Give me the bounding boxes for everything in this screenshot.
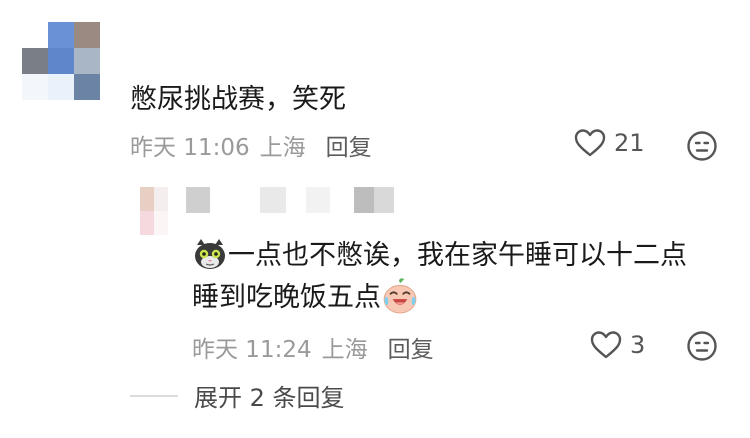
crying-laughing-emoji [383, 277, 417, 313]
main-reply-button[interactable]: 回复 [326, 128, 372, 162]
reply-comment-time: 昨天 11:24 [192, 337, 312, 363]
reply-comment-meta: 昨天 11:24 上海 回复 [192, 330, 434, 364]
main-comment-meta: 昨天 11:06 上海 回复 [130, 128, 372, 162]
heart-outline-icon [590, 331, 622, 359]
main-like-count: 21 [614, 129, 645, 157]
reply-text-line1: 一点也不憋诶，我在家午睡可以十二点 [228, 240, 687, 271]
reply-reply-button[interactable]: 回复 [388, 330, 434, 364]
reply-like-count: 3 [630, 331, 646, 359]
main-comment-location: 上海 [259, 135, 306, 161]
reply-comment-location: 上海 [321, 337, 368, 363]
meh-face-icon[interactable] [686, 330, 718, 362]
main-comment-text: 憋尿挑战赛，笑死 [130, 84, 346, 115]
reply-text-line2: 睡到吃晚饭五点 [192, 282, 381, 313]
heart-outline-icon [574, 129, 606, 157]
reply-username-blurred[interactable] [186, 187, 394, 213]
reply-comment-text-line2: 睡到吃晚饭五点 [192, 276, 419, 320]
reply-comment-text-line1: 一点也不憋诶，我在家午睡可以十二点 [192, 234, 687, 278]
expand-replies-button[interactable]: 展开 2 条回复 [130, 378, 345, 413]
expand-divider-line [130, 394, 178, 397]
meh-face-icon[interactable] [686, 130, 718, 162]
main-like-button[interactable]: 21 [574, 128, 645, 158]
expand-replies-label: 展开 2 条回复 [194, 384, 345, 412]
reply-like-button[interactable]: 3 [590, 330, 645, 360]
main-comment-time: 昨天 11:06 [130, 135, 250, 161]
reply-comment-avatar[interactable] [140, 187, 168, 235]
cat-face-emoji [195, 238, 225, 269]
main-comment-avatar[interactable] [22, 22, 100, 100]
